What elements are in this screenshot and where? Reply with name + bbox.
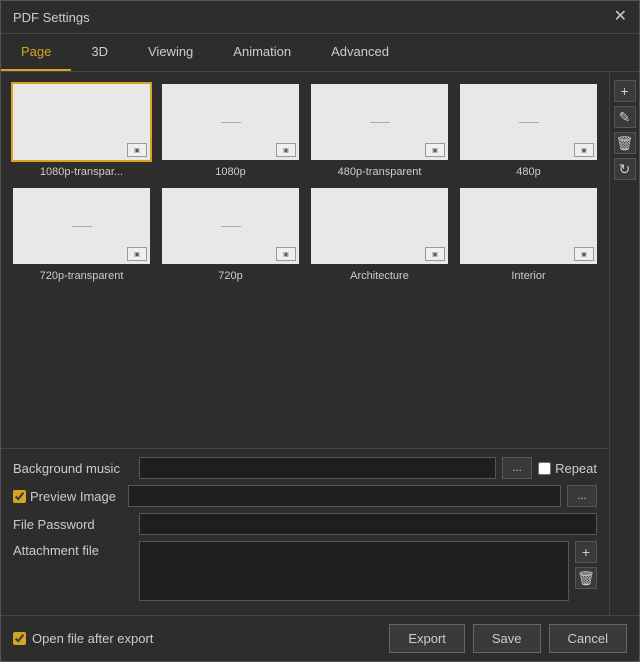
open-after-export-label: Open file after export — [32, 631, 153, 646]
cancel-button[interactable]: Cancel — [549, 624, 627, 653]
main-area: ▣ 1080p-transpar... ▣ 108 — [1, 72, 609, 615]
thumbnail-image: ▣ — [458, 186, 599, 266]
thumbnail-label: 1080p-transpar... — [40, 166, 123, 178]
thumb-preview: ▣ — [13, 84, 150, 160]
repeat-check-group: Repeat — [538, 461, 597, 476]
thumbnail-480p-transparent[interactable]: ▣ 480p-transparent — [309, 82, 450, 178]
thumbnail-480p[interactable]: ▣ 480p — [458, 82, 599, 178]
export-button[interactable]: Export — [389, 624, 465, 653]
tab-animation[interactable]: Animation — [213, 34, 311, 71]
thumbnail-image: ▣ — [11, 82, 152, 162]
thumbnail-label: 720p-transparent — [40, 270, 124, 282]
thumbnail-architecture[interactable]: ▣ Architecture — [309, 186, 450, 282]
thumb-preview: ▣ — [311, 188, 448, 264]
thumbnail-grid-container[interactable]: ▣ 1080p-transpar... ▣ 108 — [1, 72, 609, 448]
thumb-preview: ▣ — [162, 188, 299, 264]
tab-bar: Page 3D Viewing Animation Advanced — [1, 34, 639, 72]
toolbar-add-button[interactable]: + — [614, 80, 636, 102]
open-after-export-checkbox[interactable] — [13, 632, 26, 645]
thumb-preview: ▣ — [460, 188, 597, 264]
preview-image-browse-button[interactable]: ... — [567, 485, 597, 507]
tab-page[interactable]: Page — [1, 34, 71, 71]
thumbnail-label: 1080p — [215, 166, 246, 178]
thumbnail-image: ▣ — [11, 186, 152, 266]
tab-viewing[interactable]: Viewing — [128, 34, 213, 71]
thumbnail-grid: ▣ 1080p-transpar... ▣ 108 — [11, 82, 599, 282]
attachment-add-button[interactable]: + — [575, 541, 597, 563]
preview-image-label: Preview Image — [30, 489, 116, 504]
repeat-label: Repeat — [555, 461, 597, 476]
right-toolbar: + ✎ 🗑 ↻ — [609, 72, 639, 615]
attachment-buttons: + 🗑 — [575, 541, 597, 589]
preview-image-input[interactable] — [128, 485, 561, 507]
thumbnail-image: ▣ — [458, 82, 599, 162]
file-password-label: File Password — [13, 517, 133, 532]
thumbnail-label: Architecture — [350, 270, 409, 282]
thumbnail-1080p-transparent[interactable]: ▣ 1080p-transpar... — [11, 82, 152, 178]
close-button[interactable]: ✕ — [614, 9, 627, 25]
toolbar-refresh-button[interactable]: ↻ — [614, 158, 636, 180]
thumbnail-image: ▣ — [309, 82, 450, 162]
dialog-title: PDF Settings — [13, 10, 90, 25]
background-music-browse-button[interactable]: ... — [502, 457, 532, 479]
thumbnail-720p[interactable]: ▣ 720p — [160, 186, 301, 282]
tab-advanced[interactable]: Advanced — [311, 34, 409, 71]
tab-3d[interactable]: 3D — [71, 34, 128, 71]
preview-image-row: Preview Image ... — [13, 485, 597, 507]
thumbnail-image: ▣ — [160, 186, 301, 266]
background-music-label: Background music — [13, 461, 133, 476]
thumb-preview: ▣ — [13, 188, 150, 264]
thumb-preview: ▣ — [311, 84, 448, 160]
thumbnail-image: ▣ — [160, 82, 301, 162]
background-music-input[interactable] — [139, 457, 496, 479]
thumbnail-label: 720p — [218, 270, 242, 282]
toolbar-edit-button[interactable]: ✎ — [614, 106, 636, 128]
attachment-delete-button[interactable]: 🗑 — [575, 567, 597, 589]
file-password-input[interactable] — [139, 513, 597, 535]
repeat-checkbox[interactable] — [538, 462, 551, 475]
bottom-bar: Open file after export Export Save Cance… — [1, 615, 639, 661]
attachment-file-label: Attachment file — [13, 541, 133, 558]
file-password-row: File Password — [13, 513, 597, 535]
thumbnail-label: 480p-transparent — [338, 166, 422, 178]
thumbnail-interior[interactable]: ▣ Interior — [458, 186, 599, 282]
preview-image-check-group: Preview Image — [13, 489, 122, 504]
content-area: ▣ 1080p-transpar... ▣ 108 — [1, 72, 639, 615]
thumbnail-label: 480p — [516, 166, 540, 178]
preview-image-checkbox[interactable] — [13, 490, 26, 503]
open-after-export-group: Open file after export — [13, 631, 153, 646]
fields-section: Background music ... Repeat Preview Imag… — [1, 448, 609, 615]
background-music-row: Background music ... Repeat — [13, 457, 597, 479]
toolbar-delete-button[interactable]: 🗑 — [614, 132, 636, 154]
thumb-preview: ▣ — [162, 84, 299, 160]
pdf-settings-dialog: PDF Settings ✕ Page 3D Viewing Animation… — [0, 0, 640, 662]
thumbnail-720p-transparent[interactable]: ▣ 720p-transparent — [11, 186, 152, 282]
thumb-preview: ▣ — [460, 84, 597, 160]
thumbnail-1080p[interactable]: ▣ 1080p — [160, 82, 301, 178]
thumbnail-image: ▣ — [309, 186, 450, 266]
bottom-action-buttons: Export Save Cancel — [389, 624, 627, 653]
thumbnail-label: Interior — [511, 270, 545, 282]
attachment-file-row: Attachment file + 🗑 — [13, 541, 597, 601]
title-bar: PDF Settings ✕ — [1, 1, 639, 34]
save-button[interactable]: Save — [473, 624, 541, 653]
attachment-file-box — [139, 541, 569, 601]
